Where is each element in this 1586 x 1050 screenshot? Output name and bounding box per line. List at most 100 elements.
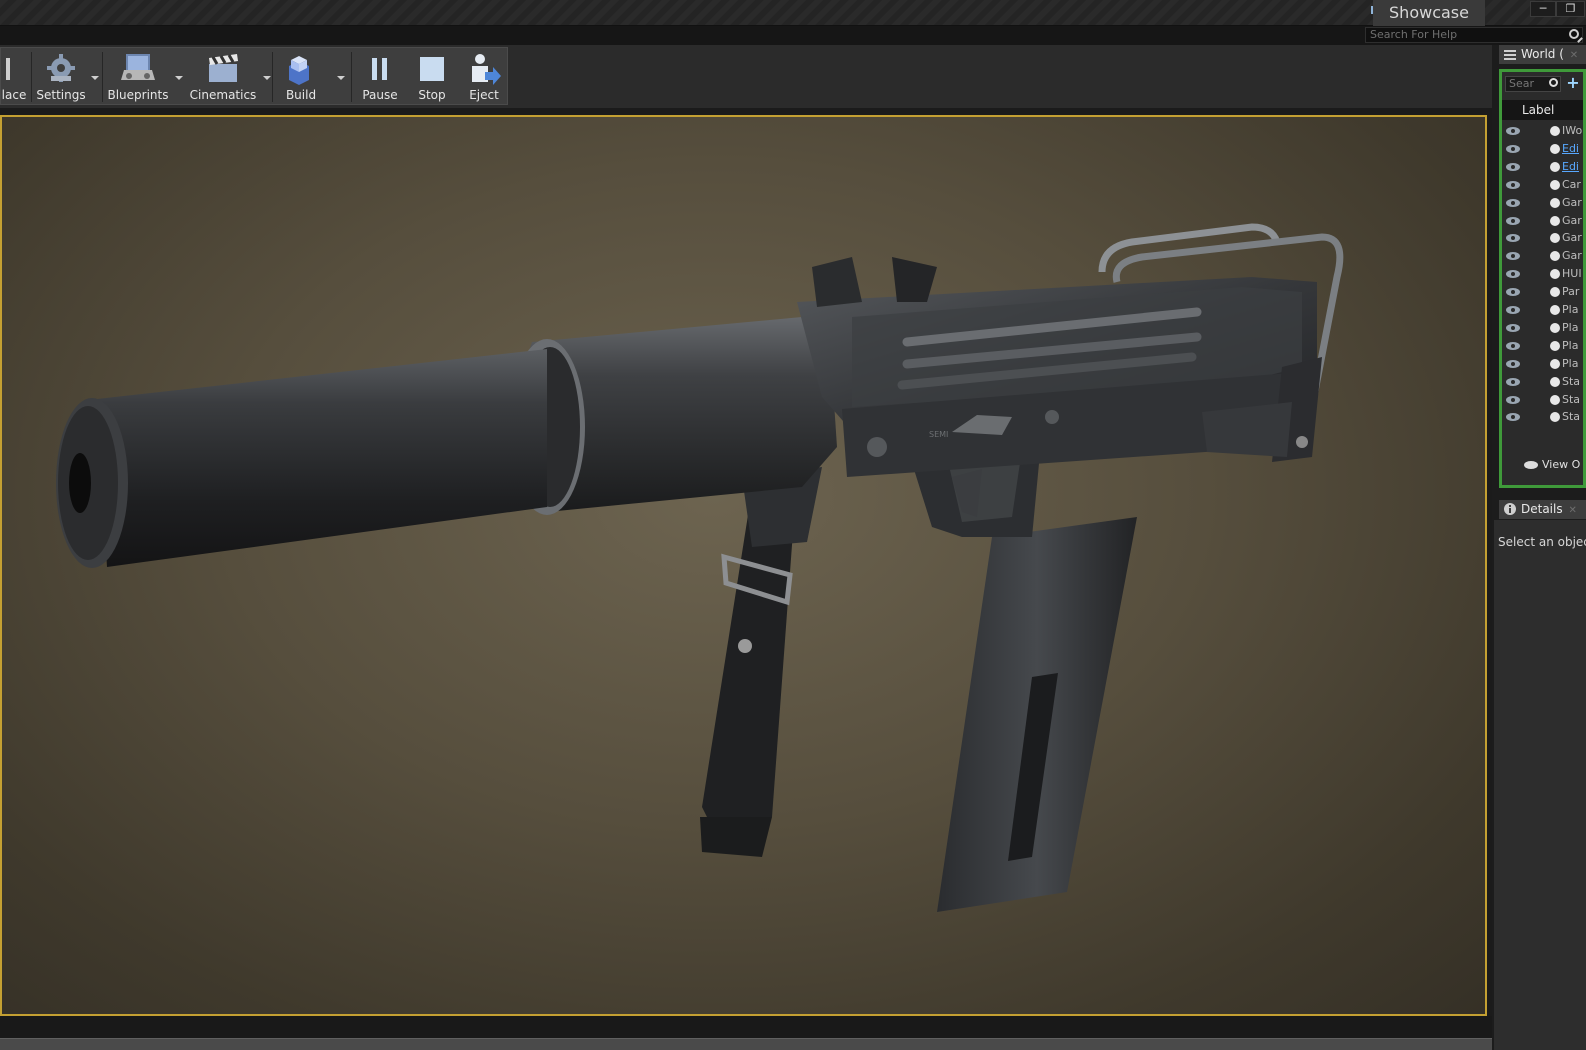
toolbar-separator [31,52,32,102]
visibility-eye-icon[interactable] [1506,306,1520,314]
outliner-row[interactable]: Pla [1502,319,1583,337]
help-bar [0,26,1586,45]
selector-marking: SEMI [929,430,948,439]
chevron-down-icon[interactable] [263,76,271,80]
outliner-row[interactable]: Sta [1502,408,1583,426]
outliner-row[interactable]: IWo [1502,122,1583,140]
outliner-row[interactable]: Gar [1502,212,1583,230]
actor-type-icon [1550,376,1560,387]
tab-details[interactable]: Details ✕ [1499,500,1586,519]
settings-label: Settings [36,88,86,102]
chevron-down-icon[interactable] [175,76,183,80]
actor-label: Pla [1562,320,1579,334]
visibility-eye-icon[interactable] [1506,127,1520,135]
outliner-search-input[interactable]: Sear [1505,76,1561,92]
details-empty-message: Select an object [1498,535,1586,549]
visibility-eye-icon[interactable] [1506,395,1520,404]
blueprints-button[interactable]: Blueprints [107,48,185,106]
outliner-row[interactable]: Gar [1502,229,1583,247]
strap-rivet [738,639,752,653]
place-button[interactable]: lace [1,48,27,106]
cinematics-button[interactable]: Cinematics [189,48,273,106]
outliner-row[interactable]: Pla [1502,337,1583,355]
actor-type-icon [1550,161,1560,172]
level-toolbar: lace Settings Blueprints Cinematics Buil… [0,47,508,105]
visibility-eye-icon[interactable] [1506,198,1520,207]
outliner-row[interactable]: Edi [1502,140,1583,158]
blueprints-icon [121,54,155,80]
label-column-title: Label [1522,103,1555,117]
visibility-eye-icon[interactable] [1506,234,1520,243]
outliner-row[interactable]: Par [1502,283,1583,301]
visibility-eye-icon[interactable] [1506,288,1520,297]
build-button[interactable]: Build [277,48,345,106]
eject-icon [472,54,501,85]
pause-button[interactable]: Pause [355,48,405,106]
actor-label: Pla [1562,303,1579,316]
blueprints-label: Blueprints [107,88,169,102]
visibility-eye-icon[interactable] [1506,323,1520,332]
view-options-label: View O [1542,458,1581,471]
toolbar-separator [272,52,273,102]
close-tab-icon[interactable]: ✕ [1570,50,1578,61]
add-actor-icon[interactable]: + [1564,75,1582,92]
actor-label: Gar [1562,195,1582,209]
visibility-eye-icon[interactable] [1506,341,1520,350]
help-search-input[interactable]: Search For Help [1365,27,1583,43]
stop-label: Stop [418,88,446,102]
project-name-tab[interactable]: Showcase [1373,0,1485,26]
outliner-row[interactable]: Gar [1502,247,1583,265]
outliner-list-icon [1504,50,1516,60]
pause-label: Pause [362,88,398,102]
tab-world-outliner[interactable]: World ( ✕ [1499,45,1586,64]
visibility-eye-icon[interactable] [1506,270,1520,279]
level-viewport[interactable]: SEMI [0,115,1487,1016]
outliner-row[interactable]: Edi [1502,158,1583,176]
title-bar: Showcase ─ ❐ [0,0,1586,26]
actor-type-icon [1550,394,1560,405]
stop-button[interactable]: Stop [407,48,457,106]
visibility-eye-icon[interactable] [1506,216,1520,225]
place-label: lace [1,88,27,102]
visibility-eye-icon[interactable] [1506,413,1520,422]
visibility-eye-icon[interactable] [1506,377,1520,386]
actor-label: Edi [1562,159,1579,173]
actor-label: Pla [1562,338,1579,352]
toolbar-separator [351,52,352,102]
actor-type-icon [1550,412,1560,423]
visibility-eye-icon[interactable] [1506,252,1520,261]
outliner-row[interactable]: HUI [1502,265,1583,283]
outliner-row[interactable]: Gar [1502,194,1583,212]
pause-icon [372,58,387,80]
actor-label: Gar [1562,231,1582,245]
minimize-button[interactable]: ─ [1530,1,1556,17]
eject-button[interactable]: Eject [459,48,509,106]
search-icon [1549,78,1558,87]
outliner-row[interactable]: Sta [1502,373,1583,391]
actor-label: Gar [1562,249,1582,263]
actor-type-icon [1550,287,1560,298]
settings-button[interactable]: Settings [35,48,99,106]
visibility-eye-icon[interactable] [1506,162,1520,171]
outliner-row[interactable]: Car [1502,176,1583,194]
outliner-row[interactable]: Pla [1502,355,1583,373]
visibility-eye-icon[interactable] [1506,144,1520,153]
viewport-bottom-bar [0,1016,1492,1038]
actor-type-icon [1550,269,1560,280]
chevron-down-icon[interactable] [91,76,99,80]
cinematics-label: Cinematics [189,88,257,102]
close-tab-icon[interactable]: ✕ [1568,505,1576,516]
outliner-row[interactable]: Sta [1502,391,1583,409]
front-sight [812,257,862,307]
settings-gear-icon [47,54,75,82]
outliner-column-header[interactable]: Label [1502,100,1583,120]
view-options-button[interactable]: View O [1502,455,1583,475]
visibility-eye-icon[interactable] [1506,359,1520,368]
chevron-down-icon[interactable] [337,76,345,80]
actor-type-icon [1550,197,1560,208]
outliner-search-placeholder: Sear [1509,77,1535,90]
restore-button[interactable]: ❐ [1556,1,1585,17]
outliner-row[interactable]: Pla [1502,301,1583,319]
visibility-eye-icon[interactable] [1506,180,1520,189]
actor-label: Sta [1562,410,1581,424]
